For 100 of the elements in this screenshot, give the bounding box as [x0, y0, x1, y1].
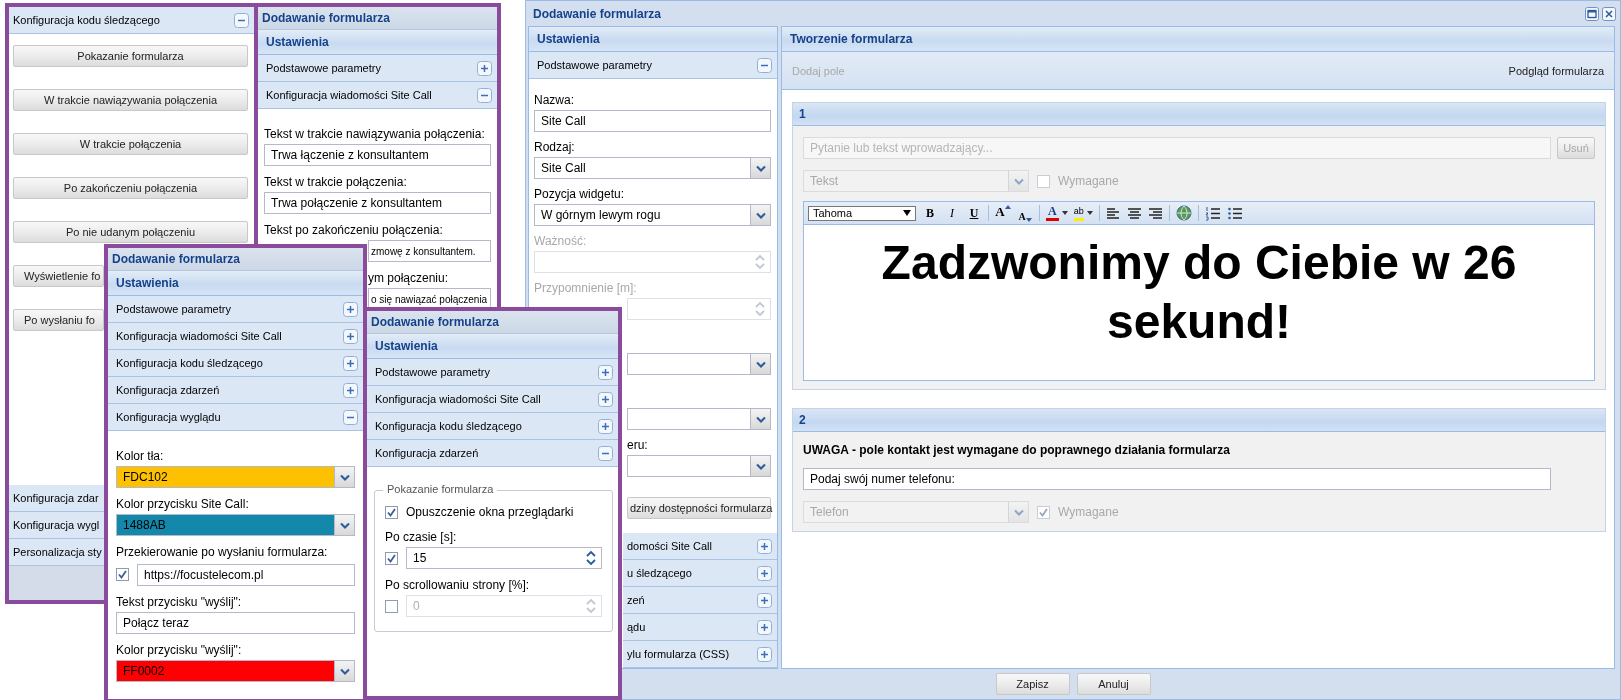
accordion-header[interactable]: Konfiguracja wyglądu: [108, 404, 363, 431]
minus-icon[interactable]: [598, 445, 613, 461]
plus-icon[interactable]: [477, 60, 492, 76]
button[interactable]: W trakcie połączenia: [13, 133, 248, 155]
accordion-header[interactable]: Konfiguracja kodu śledzącego: [9, 7, 254, 34]
checkbox[interactable]: [385, 505, 398, 519]
text-field[interactable]: Trwa połączenie z konsultantem: [264, 192, 491, 214]
accordion-header[interactable]: Konfiguracja zdarzeń: [367, 440, 618, 467]
plus-icon[interactable]: [598, 418, 613, 434]
plus-icon[interactable]: [343, 301, 358, 317]
bullet-list-icon[interactable]: [1226, 205, 1243, 221]
plus-icon[interactable]: [757, 592, 772, 608]
checkbox[interactable]: [116, 567, 129, 581]
field-label: Rodzaj:: [534, 139, 576, 155]
accordion-header[interactable]: Podstawowe parametry: [367, 359, 618, 386]
text-field[interactable]: zmowę z konsultantem.: [368, 240, 491, 262]
minus-icon[interactable]: [477, 87, 492, 103]
accordion-header[interactable]: Konfiguracja wiadomości Site Call: [367, 386, 618, 413]
underline-button[interactable]: U: [966, 204, 982, 222]
button[interactable]: Po zakończeniu połączenia: [13, 177, 248, 199]
decrease-font-button[interactable]: A: [1017, 204, 1033, 222]
accordion-header[interactable]: zeń: [623, 587, 777, 614]
plus-icon[interactable]: [757, 538, 772, 554]
accordion-header[interactable]: Konfiguracja wiadomości Site Call: [258, 82, 497, 109]
field-label: Tekst przycisku "wyślij":: [116, 594, 243, 610]
accordion-header[interactable]: Podstawowe parametry: [258, 55, 497, 82]
plus-icon[interactable]: [598, 364, 613, 380]
button[interactable]: Anuluj: [1076, 673, 1151, 695]
chevron-down-icon: [755, 164, 766, 172]
chevron-down-icon: [755, 415, 766, 423]
chevron-down-icon: [339, 473, 350, 481]
accordion-header[interactable]: Personalizacja sty: [9, 539, 104, 566]
text-field[interactable]: Trwa łączenie z konsultantem: [264, 144, 491, 166]
text-field[interactable]: Site Call: [534, 110, 771, 132]
plus-icon[interactable]: [343, 382, 358, 398]
text-field[interactable]: Podaj swój numer telefonu:: [803, 468, 1551, 490]
chevron-down-icon: [339, 521, 350, 529]
minus-icon[interactable]: [234, 12, 249, 28]
plus-icon[interactable]: [757, 646, 772, 662]
button[interactable]: Po nie udanym połączeniu: [13, 221, 248, 243]
bold-button[interactable]: B: [922, 204, 938, 222]
chevron-down-icon: [1013, 177, 1024, 185]
caret-icon: [1061, 211, 1068, 215]
maximize-icon[interactable]: [1585, 6, 1599, 21]
accordion-header[interactable]: Podstawowe parametry: [108, 296, 363, 323]
button[interactable]: Pokazanie formularza: [13, 45, 248, 67]
plus-icon[interactable]: [757, 565, 772, 581]
dropdown[interactable]: FF0002: [116, 660, 355, 682]
dropdown[interactable]: W górnym lewym rogu: [534, 204, 771, 226]
accordion-header[interactable]: Konfiguracja kodu śledzącego: [367, 413, 618, 440]
font-dropdown[interactable]: Tahoma: [808, 205, 916, 221]
accordion-header[interactable]: ylu formularza (CSS): [623, 641, 777, 668]
field-label: Przypomnienie [m]:: [534, 280, 638, 296]
accordion-header[interactable]: Konfiguracja wiadomości Site Call: [108, 323, 363, 350]
font-color-button[interactable]: A: [1046, 204, 1068, 222]
field-label: Nazwa:: [534, 92, 575, 108]
numbered-list-icon[interactable]: [1204, 205, 1221, 221]
close-icon[interactable]: [1602, 6, 1616, 21]
minus-icon[interactable]: [343, 409, 358, 425]
align-right-icon[interactable]: [1147, 206, 1163, 220]
highlight-button[interactable]: ab: [1073, 204, 1093, 222]
caret-icon: [903, 210, 911, 216]
dropdown[interactable]: Site Call: [534, 157, 771, 179]
plus-icon[interactable]: [598, 391, 613, 407]
preview-button[interactable]: Podgląd formularza: [1504, 60, 1608, 81]
accordion-header[interactable]: domości Site Call: [623, 533, 777, 560]
text-field[interactable]: Połącz teraz: [116, 612, 355, 634]
button[interactable]: Wyświetlenie fo: [13, 265, 104, 287]
accordion-header[interactable]: Konfiguracja wygl: [9, 512, 104, 539]
button[interactable]: Zapisz: [995, 673, 1070, 695]
accordion-header[interactable]: Konfiguracja kodu śledzącego: [108, 350, 363, 377]
spinner-arrows-icon[interactable]: [584, 549, 598, 567]
field-label: Kolor przycisku Site Call:: [116, 496, 250, 512]
button[interactable]: Po wysłaniu fo: [13, 309, 104, 331]
dropdown[interactable]: 1488AB: [116, 514, 355, 536]
globe-icon[interactable]: [1175, 205, 1192, 221]
chevron-down-icon: [755, 211, 766, 219]
align-center-icon[interactable]: [1126, 206, 1142, 220]
increase-font-button[interactable]: A: [995, 204, 1011, 222]
align-left-icon[interactable]: [1105, 206, 1121, 220]
chevron-down-icon: [755, 360, 766, 368]
button[interactable]: W trakcie nawiązywania połączenia: [13, 89, 248, 111]
spinner-field[interactable]: 15: [406, 547, 602, 569]
field-label: Ważność:: [534, 233, 588, 249]
accordion-header[interactable]: Podstawowe parametry: [529, 52, 777, 79]
dropdown[interactable]: FDC102: [116, 466, 355, 488]
plus-icon[interactable]: [757, 619, 772, 635]
accordion-header[interactable]: u śledzącego: [623, 560, 777, 587]
checkbox[interactable]: [385, 551, 398, 565]
accordion-header[interactable]: Konfiguracja zdar: [9, 485, 104, 512]
minus-icon[interactable]: [757, 57, 772, 73]
accordion-header[interactable]: Konfiguracja zdarzeń: [108, 377, 363, 404]
plus-icon[interactable]: [343, 328, 358, 344]
button[interactable]: dziny dostępności formularza: [627, 497, 771, 519]
accordion-header[interactable]: ądu: [623, 614, 777, 641]
text-field[interactable]: https://focustelecom.pl: [137, 564, 355, 586]
settings-header: Ustawienia: [108, 271, 363, 296]
text-field[interactable]: o się nawiązać połączenia: [368, 288, 491, 310]
italic-button[interactable]: I: [944, 204, 960, 222]
plus-icon[interactable]: [343, 355, 358, 371]
